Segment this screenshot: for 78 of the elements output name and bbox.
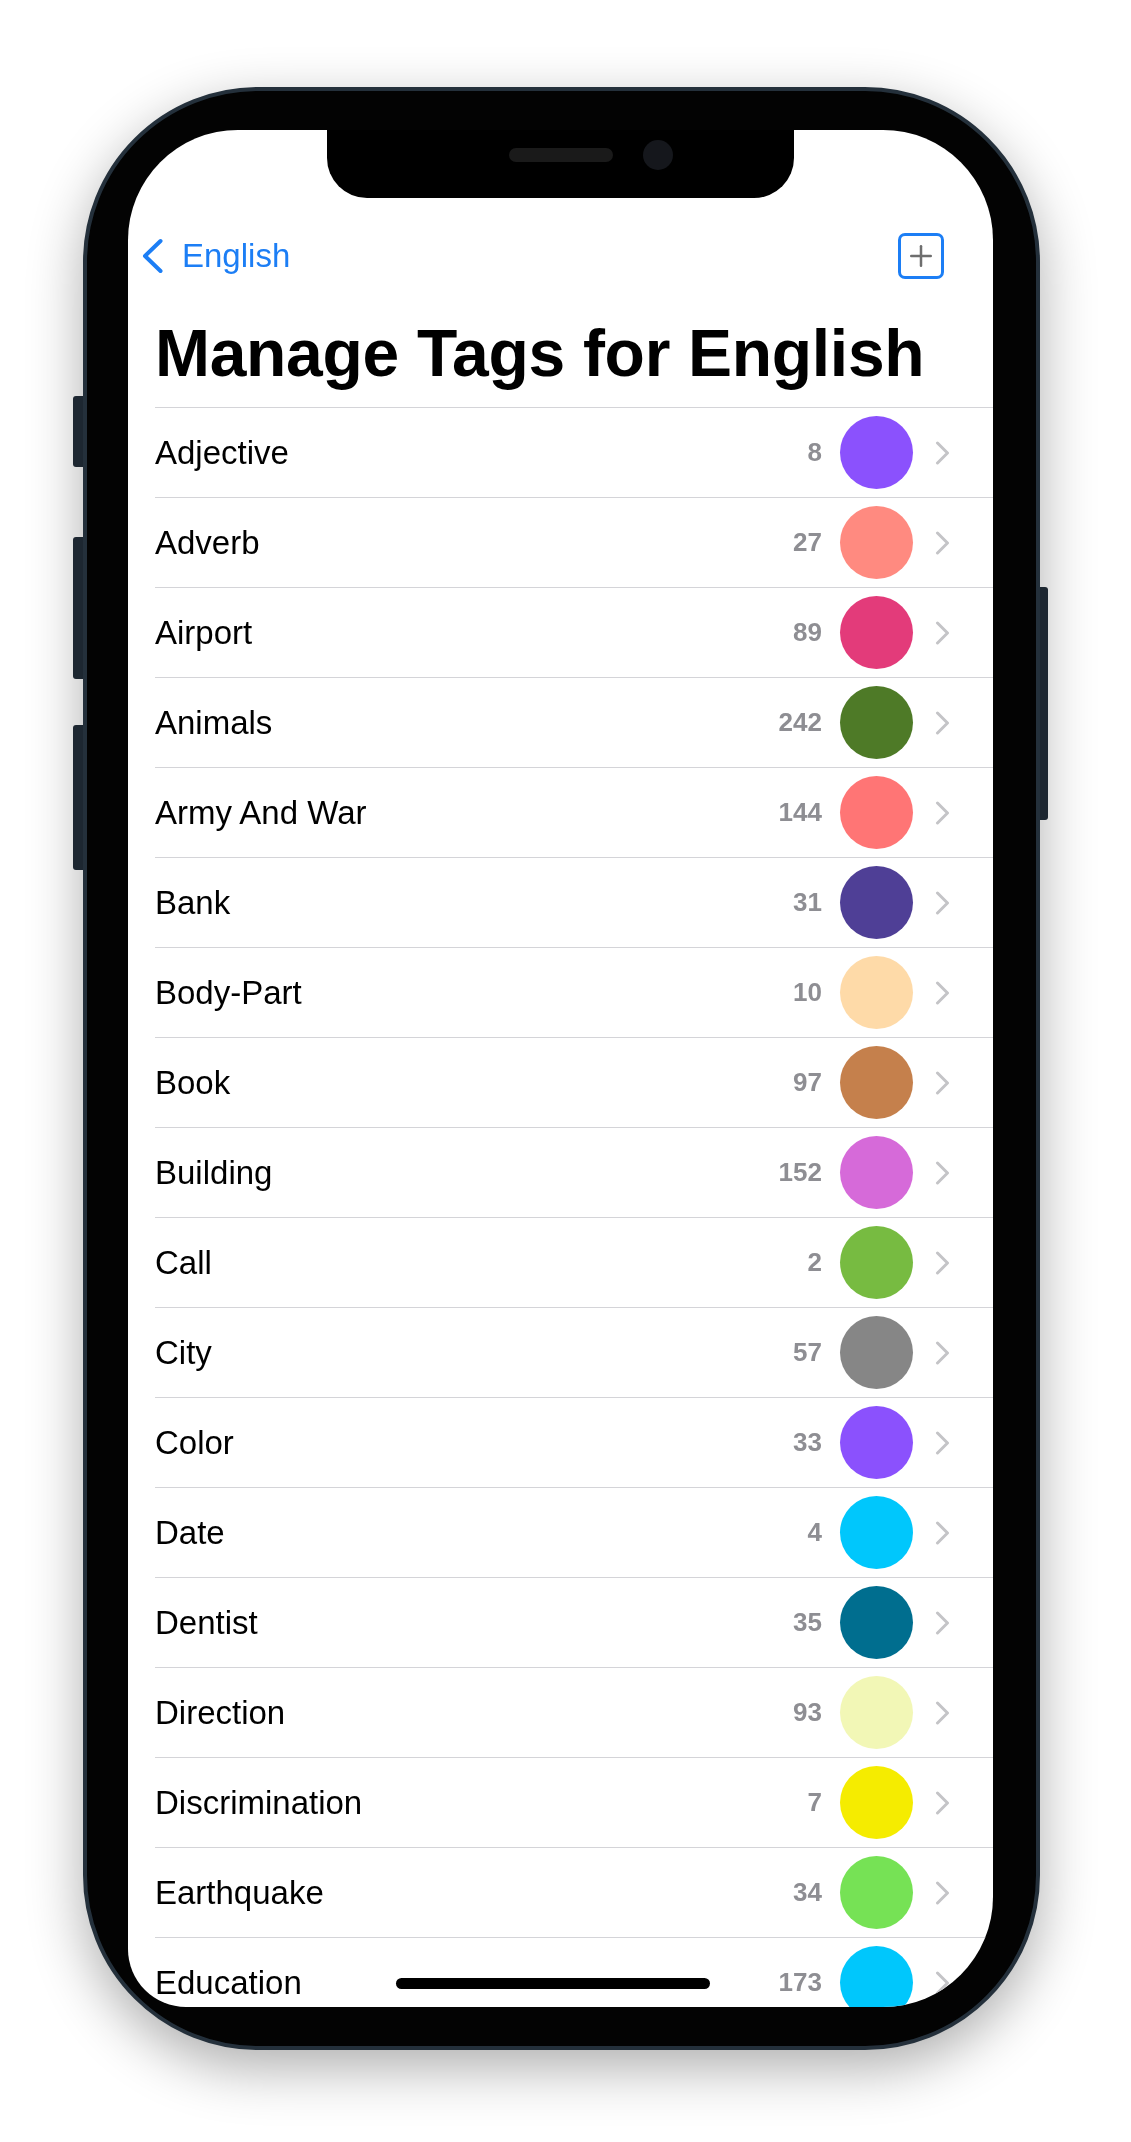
page-title: Manage Tags for English	[155, 315, 926, 392]
chevron-right-icon	[935, 1070, 950, 1095]
tag-count: 7	[807, 1787, 822, 1818]
tag-count: 34	[793, 1877, 822, 1908]
tag-name: Animals	[155, 706, 273, 739]
tag-count: 8	[807, 437, 822, 468]
tag-count: 35	[793, 1607, 822, 1638]
tag-row[interactable]: Discrimination 7	[155, 1758, 993, 1848]
chevron-right-icon	[935, 1160, 950, 1185]
tag-name: Call	[155, 1246, 212, 1279]
tag-count: 173	[778, 1967, 822, 1998]
tag-name: Adjective	[155, 436, 289, 469]
camera-icon	[643, 140, 673, 170]
tag-row[interactable]: Dentist 35	[155, 1578, 993, 1668]
chevron-right-icon	[935, 1790, 950, 1815]
tag-row[interactable]: Earthquake 34	[155, 1848, 993, 1938]
tag-name: Earthquake	[155, 1876, 324, 1909]
tag-name: Body-Part	[155, 976, 302, 1009]
tag-name: City	[155, 1336, 212, 1369]
tag-name: Adverb	[155, 526, 260, 559]
tag-count: 10	[793, 977, 822, 1008]
plus-icon	[910, 245, 932, 267]
chevron-right-icon	[935, 440, 950, 465]
tag-row[interactable]: Army And War 144	[155, 768, 993, 858]
chevron-right-icon	[935, 1970, 950, 1995]
back-button[interactable]: English	[141, 237, 291, 275]
tag-count: 152	[778, 1157, 822, 1188]
add-button[interactable]	[898, 233, 944, 279]
chevron-right-icon	[935, 1340, 950, 1365]
tag-name: Bank	[155, 886, 231, 919]
chevron-right-icon	[935, 620, 950, 645]
tag-count: 27	[793, 527, 822, 558]
tag-row[interactable]: Book 97	[155, 1038, 993, 1128]
tag-count: 33	[793, 1427, 822, 1458]
tag-name: Education	[155, 1966, 302, 1999]
tag-count: 242	[778, 707, 822, 738]
tag-name: Date	[155, 1516, 225, 1549]
tag-count: 93	[793, 1697, 822, 1728]
tag-count: 89	[793, 617, 822, 648]
tag-row[interactable]: Adverb 27	[155, 498, 993, 588]
chevron-right-icon	[935, 710, 950, 735]
chevron-right-icon	[935, 1610, 950, 1635]
tag-row[interactable]: Adjective 8	[155, 408, 993, 498]
tag-count: 97	[793, 1067, 822, 1098]
chevron-right-icon	[935, 1520, 950, 1545]
tag-count: 57	[793, 1337, 822, 1368]
tag-name: Building	[155, 1156, 273, 1189]
chevron-right-icon	[935, 1430, 950, 1455]
tag-count: 4	[807, 1517, 822, 1548]
tag-row[interactable]: Building 152	[155, 1128, 993, 1218]
tag-name: Airport	[155, 616, 253, 649]
tag-row[interactable]: Call 2	[155, 1218, 993, 1308]
tag-name: Discrimination	[155, 1786, 363, 1819]
tag-row[interactable]: Body-Part 10	[155, 948, 993, 1038]
tag-row[interactable]: Bank 31	[155, 858, 993, 948]
tag-count: 2	[807, 1247, 822, 1278]
tag-row[interactable]: City 57	[155, 1308, 993, 1398]
tag-name: Book	[155, 1066, 231, 1099]
chevron-right-icon	[935, 980, 950, 1005]
tag-row[interactable]: Direction 93	[155, 1668, 993, 1758]
chevron-right-icon	[935, 800, 950, 825]
chevron-right-icon	[935, 890, 950, 915]
tag-count: 31	[793, 887, 822, 918]
tag-name: Dentist	[155, 1606, 258, 1639]
chevron-right-icon	[935, 1880, 950, 1905]
chevron-left-icon	[141, 238, 164, 274]
tag-count: 144	[778, 797, 822, 828]
chevron-right-icon	[935, 1700, 950, 1725]
tag-name: Color	[155, 1426, 234, 1459]
tag-row[interactable]: Animals 242	[155, 678, 993, 768]
tag-row[interactable]: Color 33	[155, 1398, 993, 1488]
chevron-right-icon	[935, 530, 950, 555]
tag-name: Direction	[155, 1696, 286, 1729]
speaker-grille-icon	[509, 148, 613, 162]
tag-name: Army And War	[155, 796, 367, 829]
tag-row[interactable]: Airport 89	[155, 588, 993, 678]
chevron-right-icon	[935, 1250, 950, 1275]
tag-row[interactable]: Date 4	[155, 1488, 993, 1578]
